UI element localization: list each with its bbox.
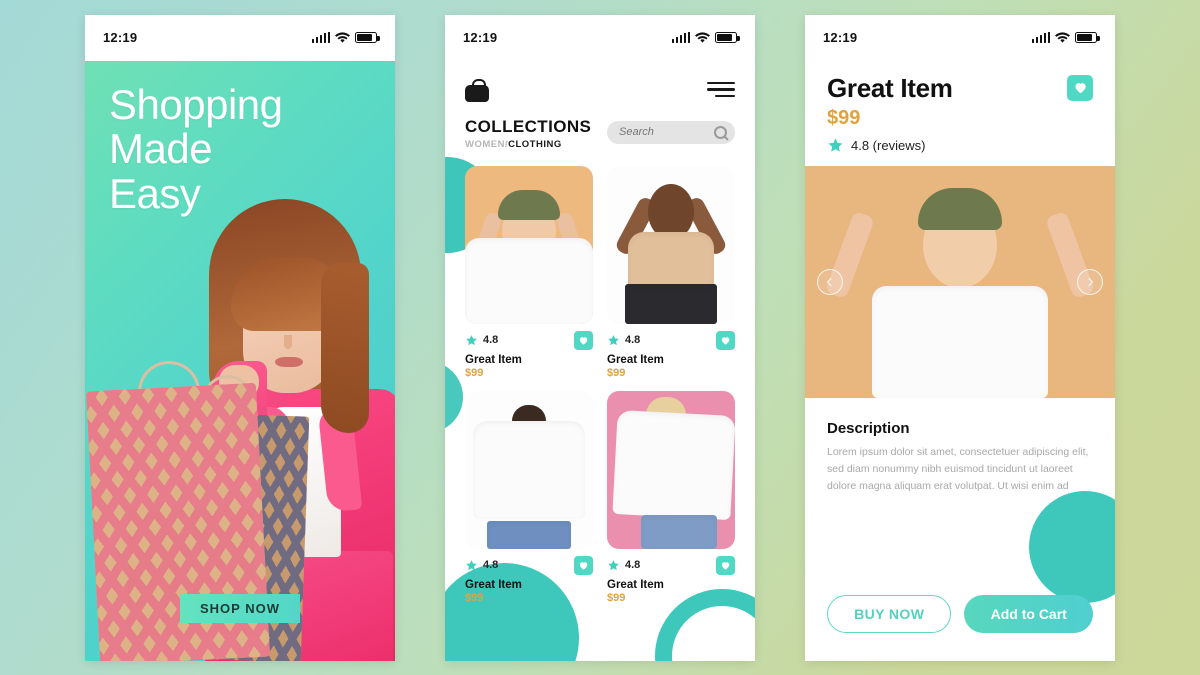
- heart-icon: [579, 561, 588, 570]
- product-card[interactable]: 4.8 Great Item $99: [465, 390, 593, 604]
- product-thumbnail[interactable]: [465, 165, 593, 324]
- onboarding-hero: Shopping Made Easy SHOP NOW: [85, 60, 395, 661]
- hamburger-menu-icon[interactable]: [707, 81, 735, 98]
- product-title: Great Item: [827, 72, 953, 103]
- breadcrumb: WOMEN/CLOTHING: [465, 139, 591, 150]
- product-price: $99: [465, 366, 484, 379]
- product-card[interactable]: 4.8 Great Item $99: [465, 165, 593, 379]
- product-image-carousel[interactable]: [805, 165, 1115, 398]
- rating-value: 4.8: [483, 334, 499, 346]
- product-grid: 4.8 Great Item $99 4.8 Great Item $99 4.…: [445, 150, 755, 604]
- description-section: Description Lorem ipsum dolor sit amet, …: [805, 398, 1115, 496]
- status-bar: 12:19: [85, 14, 395, 61]
- headline-line-2: Made: [109, 125, 213, 173]
- wifi-icon: [695, 31, 710, 43]
- status-time: 12:19: [823, 30, 858, 45]
- heart-icon: [721, 336, 730, 345]
- wifi-icon: [335, 31, 350, 43]
- rating-value: 4.8 (reviews): [851, 137, 926, 153]
- page-title: Shopping Made Easy: [109, 80, 283, 218]
- phone-screen-product-detail: 12:19 Great Item $99 4.8 (reviews) Descr…: [805, 14, 1115, 661]
- search-input[interactable]: [607, 120, 735, 144]
- product-name: Great Item: [607, 353, 664, 366]
- star-icon: [608, 559, 619, 570]
- rating-value: 4.8: [625, 559, 641, 571]
- rating-value: 4.8: [625, 334, 641, 346]
- collections-header: COLLECTIONS WOMEN/CLOTHING: [445, 61, 755, 150]
- favorite-button[interactable]: [1067, 74, 1093, 101]
- product-thumbnail[interactable]: [465, 390, 593, 549]
- star-icon: [828, 137, 843, 152]
- product-price: $99: [607, 591, 626, 604]
- product-actions: BUY NOW Add to Cart: [827, 594, 1093, 633]
- product-rating: 4.8: [465, 334, 498, 347]
- product-rating: 4.8: [607, 334, 640, 347]
- product-rating: 4.8: [465, 559, 498, 572]
- product-name: Great Item: [607, 578, 664, 591]
- battery-icon: [715, 32, 740, 43]
- description-heading: Description: [827, 419, 910, 437]
- product-name: Great Item: [465, 353, 522, 366]
- star-icon: [466, 334, 477, 345]
- product-name: Great Item: [465, 578, 522, 591]
- heart-icon: [721, 561, 730, 570]
- wifi-icon: [1055, 31, 1070, 43]
- star-icon: [608, 334, 619, 345]
- search-field[interactable]: [619, 126, 703, 138]
- favorite-button[interactable]: [574, 555, 593, 575]
- heart-icon: [579, 336, 588, 345]
- decorative-circle: [1029, 490, 1115, 603]
- product-detail-body: Great Item $99 4.8 (reviews) Description…: [805, 60, 1115, 661]
- carousel-prev-button[interactable]: [817, 268, 843, 295]
- shopping-bag-icon[interactable]: [465, 78, 489, 102]
- shop-now-button[interactable]: SHOP NOW: [180, 593, 300, 623]
- signal-icon: [1031, 32, 1050, 43]
- status-time: 12:19: [463, 30, 498, 45]
- status-icons: [311, 31, 380, 44]
- product-header: Great Item $99 4.8 (reviews): [805, 61, 1115, 166]
- product-model-illustration: [805, 166, 1115, 398]
- mockup-stage: 12:19 Shopping Made Easy SHOP NOW 12:19 …: [0, 0, 1200, 675]
- product-thumbnail[interactable]: [607, 165, 735, 324]
- signal-icon: [671, 32, 690, 43]
- description-text: Lorem ipsum dolor sit amet, consectetuer…: [827, 445, 1089, 493]
- heart-icon: [1075, 83, 1086, 94]
- status-bar: 12:19: [445, 14, 755, 61]
- product-thumbnail[interactable]: [607, 390, 735, 549]
- page-title: COLLECTIONS: [465, 116, 592, 136]
- status-time: 12:19: [103, 30, 138, 45]
- status-icons: [1031, 31, 1100, 44]
- favorite-button[interactable]: [716, 555, 735, 575]
- favorite-button[interactable]: [716, 330, 735, 350]
- phone-screen-collections: 12:19 COLLECTIONS WOMEN/CLOTHING Search …: [445, 14, 755, 661]
- phone-screen-onboarding: 12:19 Shopping Made Easy SHOP NOW: [85, 14, 395, 661]
- buy-now-button[interactable]: BUY NOW: [827, 594, 952, 633]
- status-bar: 12:19: [805, 14, 1115, 61]
- favorite-button[interactable]: [574, 330, 593, 350]
- add-to-cart-button[interactable]: Add to Cart: [964, 594, 1093, 633]
- carousel-next-button[interactable]: [1077, 268, 1103, 295]
- rating-value: 4.8: [483, 559, 499, 571]
- product-price: $99: [827, 106, 861, 129]
- signal-icon: [311, 32, 330, 43]
- product-rating[interactable]: 4.8 (reviews): [827, 137, 1093, 154]
- battery-icon: [355, 32, 380, 43]
- collections-body: COLLECTIONS WOMEN/CLOTHING Search 4.8 Gr…: [445, 60, 755, 661]
- product-price: $99: [465, 591, 484, 604]
- magnifier-icon[interactable]: [714, 125, 727, 139]
- status-icons: [671, 31, 740, 44]
- product-price: $99: [607, 366, 626, 379]
- battery-icon: [1075, 32, 1100, 43]
- product-card[interactable]: 4.8 Great Item $99: [607, 390, 735, 604]
- headline-line-3: Easy: [109, 170, 201, 218]
- breadcrumb-current: CLOTHING: [508, 138, 562, 150]
- breadcrumb-parent[interactable]: WOMEN: [465, 139, 505, 150]
- product-rating: 4.8: [607, 559, 640, 572]
- star-icon: [466, 559, 477, 570]
- product-card[interactable]: 4.8 Great Item $99: [607, 165, 735, 379]
- headline-line-1: Shopping: [109, 80, 283, 128]
